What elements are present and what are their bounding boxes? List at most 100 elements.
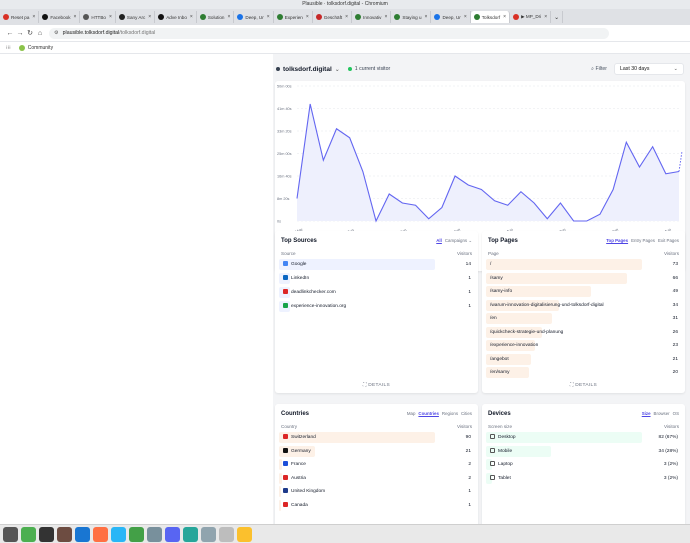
current-visitors[interactable]: 1 current visitor [355, 66, 390, 72]
firefox-icon[interactable] [93, 526, 108, 542]
close-icon[interactable]: × [109, 14, 112, 20]
close-icon[interactable]: × [74, 14, 77, 20]
tab-browser[interactable]: Browser [654, 411, 670, 416]
close-icon[interactable]: × [227, 14, 230, 20]
browser-tab[interactable]: Solution × [197, 11, 235, 23]
source-row[interactable]: Google 14 [279, 259, 474, 270]
source-row[interactable]: experience-innovation.org 1 [279, 301, 474, 312]
back-icon[interactable]: ← [5, 30, 15, 37]
terminal-icon[interactable] [39, 526, 54, 542]
tab-regions[interactable]: Regions [442, 411, 458, 416]
page-row[interactable]: /angebot 21 [486, 353, 681, 365]
menu-icon[interactable] [3, 526, 18, 542]
page-row[interactable]: /warum-innovation-digitalisierung-und-to… [486, 299, 681, 311]
close-icon[interactable]: × [464, 14, 467, 20]
device-row[interactable]: Tablet 3 (2%) [486, 472, 681, 484]
telegram-icon[interactable] [111, 526, 126, 542]
device-row[interactable]: Desktop 82 (67%) [486, 432, 681, 443]
tab-label: Tolksdorf [481, 14, 501, 20]
apps-icon[interactable]: ⁝⁝⁝ [6, 45, 11, 51]
files-icon[interactable] [21, 526, 36, 542]
page-row[interactable]: /experience-innovation 23 [486, 340, 681, 351]
row-value: 3 (2%) [663, 475, 678, 481]
browser-tab[interactable]: Deep, Ur × [431, 11, 471, 23]
country-row[interactable]: Switzerland 90 [279, 432, 474, 443]
details-button[interactable]: ⛶ DETAILS [482, 382, 685, 388]
browser-tab[interactable]: Deep, Ur × [234, 11, 274, 23]
row-value: 21 [465, 448, 471, 454]
discord-icon[interactable] [165, 526, 180, 542]
source-row[interactable]: deadlinkchecker.com 1 [279, 287, 474, 298]
shield-icon[interactable] [219, 526, 234, 542]
chevron-down-icon[interactable]: ⌄ [335, 66, 340, 73]
page-row[interactable]: /en 31 [486, 313, 681, 324]
period-select[interactable]: Last 30 days ⌄ [614, 63, 684, 75]
notes-icon[interactable] [237, 526, 252, 542]
tab-entry-pages[interactable]: Entry Pages [631, 238, 655, 243]
browser-tab[interactable]: Innovativ × [352, 11, 392, 23]
site-info-icon[interactable]: ⚙ [54, 30, 59, 36]
paint-icon[interactable] [183, 526, 198, 542]
close-icon[interactable]: × [148, 14, 151, 20]
country-row[interactable]: France 2 [279, 459, 474, 470]
device-row[interactable]: Mobile 34 (28%) [486, 445, 681, 457]
countries-card: Countries Map Countries Regions Cities C… [275, 404, 478, 524]
tab-map[interactable]: Map [407, 411, 416, 416]
browser-tab[interactable]: Reset pa × [0, 11, 40, 23]
address-bar[interactable]: ⚙ plausible.tolksdorf.digital / tolksdorf.… [49, 27, 609, 39]
filter-button[interactable]: ⌕ Filter [591, 66, 607, 73]
tab-os[interactable]: OS [673, 411, 679, 416]
home-icon[interactable]: ⌂ [35, 30, 45, 37]
close-icon[interactable]: × [32, 14, 35, 20]
browser-tab[interactable]: Geschäft × [313, 11, 353, 23]
reload-icon[interactable]: ↻ [25, 29, 35, 37]
page-row[interactable]: / 73 [486, 259, 681, 270]
column-header-visitors: Visitors [457, 251, 472, 256]
calc-icon[interactable] [57, 526, 72, 542]
tab-exit-pages[interactable]: Exit Pages [658, 238, 679, 243]
tab-all[interactable]: All [436, 238, 442, 244]
browser-tab[interactable]: HTTBo × [80, 11, 116, 23]
page-row[interactable]: /samy-info 49 [486, 286, 681, 297]
browser-tab[interactable]: Staying u × [391, 11, 432, 23]
tab-countries[interactable]: Countries [418, 411, 439, 416]
close-icon[interactable]: × [267, 14, 270, 20]
tab-list-button[interactable]: ⌄ [551, 11, 564, 23]
close-icon[interactable]: × [425, 14, 428, 20]
source-row[interactable]: LinkedIn 1 [279, 273, 474, 284]
close-icon[interactable]: × [190, 14, 193, 20]
browser-tab[interactable]: Tolksdorf × [470, 11, 511, 23]
country-row[interactable]: Austria 2 [279, 472, 474, 484]
country-row[interactable]: Canada 1 [279, 499, 474, 511]
tab-label: Geschäft [323, 14, 343, 20]
close-icon[interactable]: × [384, 14, 387, 20]
forward-icon[interactable]: → [15, 30, 25, 37]
close-icon[interactable]: × [306, 14, 309, 20]
close-icon[interactable]: × [345, 14, 348, 20]
tab-cities[interactable]: Cities [461, 411, 472, 416]
browser-tab[interactable]: Adve Inbo × [155, 11, 197, 23]
browser-tab[interactable]: Sany Arc × [116, 11, 156, 23]
page-row[interactable]: /quickcheck-strategie-und-planung 26 [486, 326, 681, 338]
details-button[interactable]: ⛶ DETAILS [275, 382, 478, 388]
site-switcher[interactable]: tolksdorf.digital [283, 66, 332, 73]
camera-icon[interactable] [147, 526, 162, 542]
country-row[interactable]: Germany 21 [279, 445, 474, 457]
close-icon[interactable]: × [503, 14, 506, 20]
country-row[interactable]: United Kingdom 1 [279, 486, 474, 497]
browser-tab[interactable]: Experien × [274, 11, 313, 23]
browser-tab[interactable]: Facebook × [39, 11, 81, 23]
close-icon[interactable]: × [544, 14, 547, 20]
bookmark-community[interactable]: Community [28, 45, 53, 51]
tab-top-pages[interactable]: Top Pages [606, 238, 628, 243]
green-icon[interactable] [129, 526, 144, 542]
tab-size[interactable]: Size [642, 411, 651, 416]
column-header-screen-size: Screen size [488, 424, 513, 429]
page-row[interactable]: /samy 66 [486, 272, 681, 284]
tab-campaigns[interactable]: Campaigns ⌄ [445, 238, 472, 244]
page-row[interactable]: /en/samy 20 [486, 367, 681, 378]
doc-icon[interactable] [201, 526, 216, 542]
browser-tab[interactable]: ▶ MP_Dri × [510, 11, 552, 23]
device-row[interactable]: Laptop 3 (2%) [486, 459, 681, 470]
image-icon[interactable] [75, 526, 90, 542]
